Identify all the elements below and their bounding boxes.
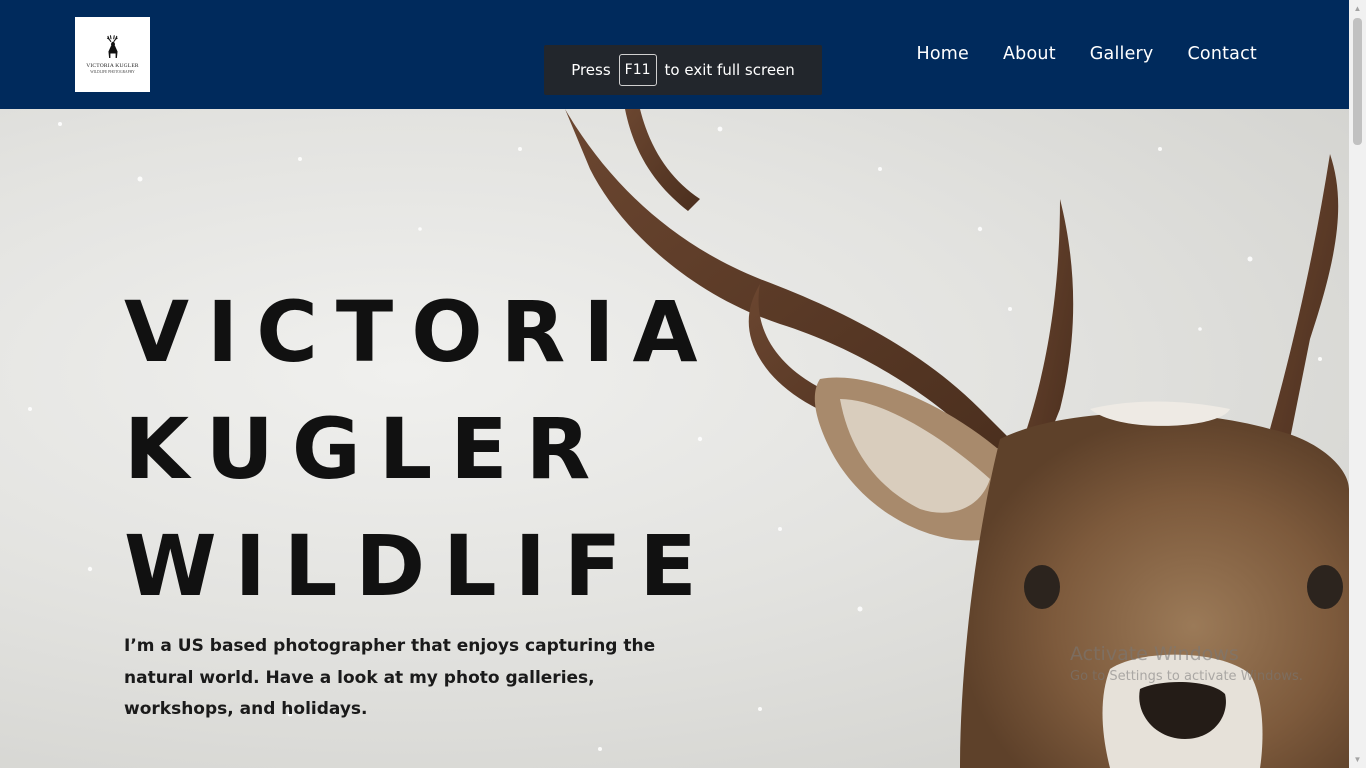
- main-nav: Home About Gallery Contact: [917, 44, 1257, 64]
- nav-gallery-link[interactable]: Gallery: [1090, 44, 1154, 64]
- fullscreen-notice-before: Press: [571, 61, 611, 79]
- hero-section: VICTORIA KUGLER WILDLIFE I’m a US based …: [0, 109, 1349, 768]
- vertical-scrollbar[interactable]: ▲ ▼: [1349, 0, 1366, 768]
- nav-home-link[interactable]: Home: [917, 44, 969, 64]
- scroll-down-icon[interactable]: ▼: [1349, 751, 1366, 768]
- hero-title-line: KUGLER: [124, 400, 609, 498]
- hero-title-line: WILDLIFE: [124, 517, 715, 615]
- hero-title: VICTORIA KUGLER WILDLIFE: [124, 274, 716, 625]
- logo-subtitle: WILDLIFE PHOTOGRAPHY: [90, 70, 135, 75]
- hero-title-line: VICTORIA: [124, 283, 716, 381]
- hero-description: I’m a US based photographer that enjoys …: [124, 636, 656, 719]
- windows-activation-watermark: Activate Windows Go to Settings to activ…: [1070, 643, 1303, 684]
- watermark-subtitle: Go to Settings to activate Windows.: [1070, 669, 1303, 684]
- fullscreen-notice-after: to exit full screen: [664, 61, 795, 79]
- logo-name: VICTORIA KUGLER: [86, 63, 139, 70]
- fullscreen-notice: Press F11 to exit full screen: [544, 45, 822, 95]
- scroll-up-icon[interactable]: ▲: [1349, 0, 1366, 17]
- nav-about-link[interactable]: About: [1003, 44, 1056, 64]
- nav-contact-link[interactable]: Contact: [1188, 44, 1258, 64]
- watermark-title: Activate Windows: [1070, 643, 1239, 665]
- scroll-thumb[interactable]: [1353, 18, 1362, 145]
- site-logo[interactable]: VICTORIA KUGLER WILDLIFE PHOTOGRAPHY: [75, 17, 150, 92]
- fullscreen-key-badge: F11: [618, 54, 657, 86]
- deer-icon: [106, 35, 118, 59]
